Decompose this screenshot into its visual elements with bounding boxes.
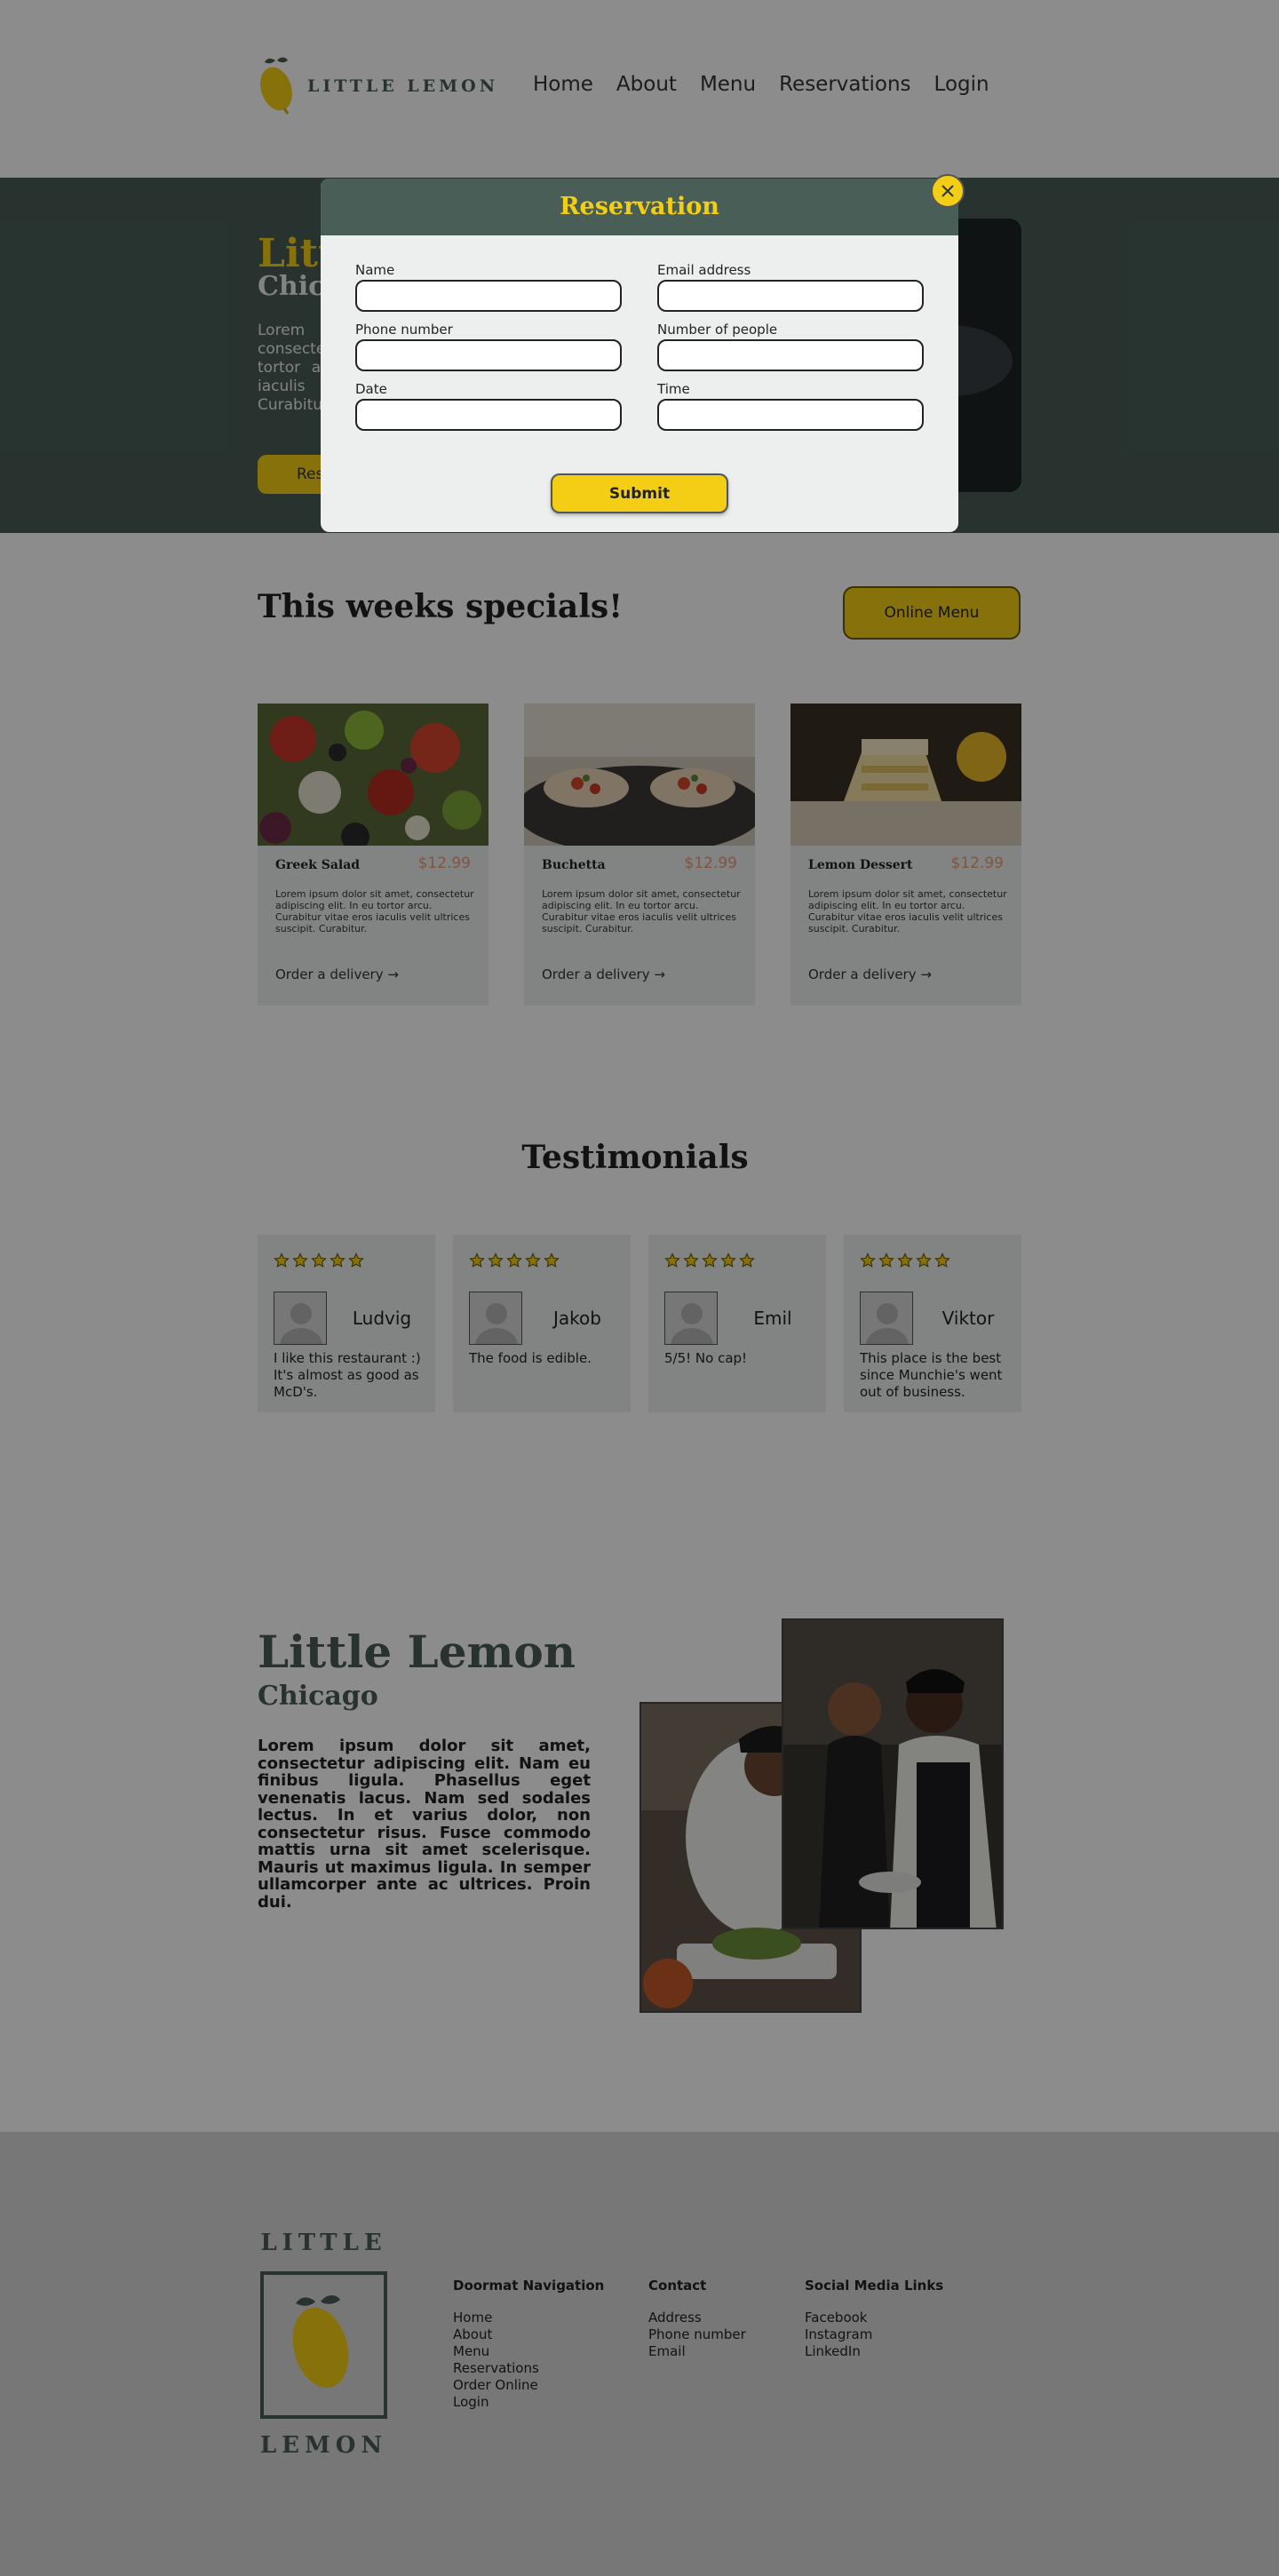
phone-input[interactable] xyxy=(355,339,622,371)
reservation-modal: Reservation Name Email address Phone num… xyxy=(321,179,958,532)
time-input[interactable] xyxy=(657,399,924,431)
date-label: Date xyxy=(355,381,387,397)
people-input[interactable] xyxy=(657,339,924,371)
date-input[interactable] xyxy=(355,399,622,431)
close-icon xyxy=(941,185,954,197)
phone-label: Phone number xyxy=(355,322,453,338)
modal-title: Reservation xyxy=(321,179,958,235)
time-label: Time xyxy=(657,381,690,397)
name-input[interactable] xyxy=(355,280,622,312)
people-label: Number of people xyxy=(657,322,778,338)
name-label: Name xyxy=(355,262,395,278)
close-modal-button[interactable] xyxy=(931,174,965,208)
email-label: Email address xyxy=(657,262,751,278)
email-input[interactable] xyxy=(657,280,924,312)
submit-button[interactable]: Submit xyxy=(551,473,728,513)
